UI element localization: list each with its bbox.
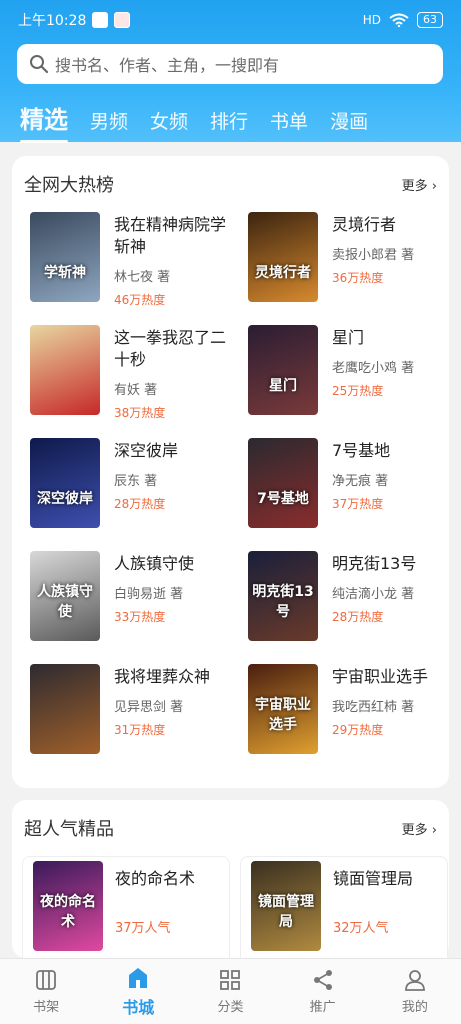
tab-female[interactable]: 女频 [150,107,188,134]
book-author: 白驹易逝 著 [114,587,184,602]
book-heat: 38万热度 [114,406,166,420]
book-author: 见异思剑 著 [114,700,184,715]
book-author: 辰东 著 [114,474,158,489]
section-title: 全网大热榜 [24,175,114,196]
book-cover: 星门 [248,325,318,415]
book-cover [30,664,100,754]
nav-bookshelf[interactable]: 书架 [16,968,76,1015]
nav-category[interactable]: 分类 [200,968,260,1015]
book-cover: 夜的命名术 [33,861,103,951]
bottom-nav: 书架 书城 分类 推广 我的 [0,958,461,1024]
book-item[interactable]: 灵境行者 灵境行者 卖报小郎君 著 36万热度 [248,212,461,325]
book-author: 净无痕 著 [332,474,389,489]
category-tabs: 精选 男频 女频 排行 书单 漫画 [20,100,390,143]
book-cover: 宇宙职业选手 [248,664,318,754]
status-time: 上午10:28 [18,13,87,29]
search-placeholder: 搜书名、作者、主角，一搜即有 [55,56,280,75]
app-notification-icon [114,12,131,28]
header: 上午10:28 HD 63 搜书名、作者、主角，一搜即有 精选 男频 女频 排行… [0,0,461,143]
book-title: 人族镇守使 [114,554,195,573]
book-author: 老鹰吃小鸡 著 [332,361,415,376]
app-notification-icon [92,12,109,28]
more-link[interactable]: 更多 › [402,819,437,838]
book-item[interactable]: 7号基地 7号基地 净无痕 著 37万热度 [248,438,461,551]
bookshelf-icon [35,968,57,992]
book-cover: 人族镇守使 [30,551,100,641]
tab-male[interactable]: 男频 [90,107,128,134]
search-input[interactable]: 搜书名、作者、主角，一搜即有 [17,44,443,84]
book-title: 夜的命名术 [115,869,196,888]
nav-profile[interactable]: 我的 [385,968,445,1015]
book-title: 宇宙职业选手 [332,667,429,686]
book-heat: 25万热度 [332,384,384,398]
book-item[interactable]: 我将埋葬众神见异思剑 著 31万热度 [30,664,248,777]
book-cover [30,325,100,415]
premium-book-row: 夜的命名术 夜的命名术 37万人气 镜面管理局 镜面管理局 32万人气 [12,856,449,966]
book-author: 我吃西红柿 著 [332,700,415,715]
premium-book-item[interactable]: 夜的命名术 夜的命名术 37万人气 [22,856,230,966]
book-heat: 37万热度 [332,497,384,511]
book-heat: 33万热度 [114,610,166,624]
status-bar: 上午10:28 HD 63 [0,0,461,40]
book-title: 这一拳我忍了二十秒 [114,328,227,369]
book-title: 灵境行者 [332,215,397,234]
category-icon [219,968,241,992]
book-heat: 46万热度 [114,293,166,307]
book-cover: 镜面管理局 [251,861,321,951]
book-title: 我将埋葬众神 [114,667,211,686]
tab-comics[interactable]: 漫画 [330,107,368,134]
hot-book-grid: 学斩神 我在精神病院学斩神 林七夜 著 46万热度 灵境行者 灵境行者 卖报小郎君 著 36万… [12,212,449,777]
book-item[interactable]: 人族镇守使 人族镇守使 白驹易逝 著 33万热度 [30,551,248,664]
bookstore-icon [126,966,150,990]
share-icon [312,968,334,992]
more-link[interactable]: 更多 › [402,175,437,194]
book-author: 有妖 著 [114,383,158,398]
book-item[interactable]: 学斩神 我在精神病院学斩神林七夜 著 46万热度 [30,212,248,325]
book-heat: 28万热度 [114,497,166,511]
book-title: 明克街13号 [332,554,417,573]
book-item[interactable]: 星门 星门 老鹰吃小鸡 著 25万热度 [248,325,461,438]
tab-booklist[interactable]: 书单 [270,107,308,134]
network-label: HD [362,13,381,27]
book-title: 我在精神病院学斩神 [114,215,227,256]
book-item[interactable]: 这一拳我忍了二十秒有妖 著 38万热度 [30,325,248,438]
search-icon [30,55,49,74]
book-heat: 29万热度 [332,723,384,737]
book-cover: 学斩神 [30,212,100,302]
profile-icon [404,968,426,992]
tab-ranking[interactable]: 排行 [210,107,248,134]
book-title: 星门 [332,328,365,347]
battery-icon: 63 [417,12,443,28]
book-popularity: 37万人气 [115,921,171,936]
hot-list-card: 全网大热榜 更多 › 学斩神 我在精神病院学斩神林七夜 著 46万热度 灵境行者 灵境行… [12,156,449,788]
section-title: 超人气精品 [24,819,114,840]
book-title: 镜面管理局 [333,869,414,888]
book-item[interactable]: 深空彼岸 深空彼岸 辰东 著 28万热度 [30,438,248,551]
book-item[interactable]: 明克街13号 明克街13号 纯洁滴小龙 著 28万热度 [248,551,461,664]
book-author: 林七夜 著 [114,270,171,285]
book-heat: 36万热度 [332,271,384,285]
book-cover: 灵境行者 [248,212,318,302]
book-heat: 31万热度 [114,723,166,737]
book-author: 纯洁滴小龙 著 [332,587,415,602]
book-heat: 28万热度 [332,610,384,624]
premium-book-item[interactable]: 镜面管理局 镜面管理局 32万人气 [240,856,448,966]
tab-featured[interactable]: 精选 [20,100,68,143]
wifi-icon [389,13,409,27]
book-popularity: 32万人气 [333,921,389,936]
book-author: 卖报小郎君 著 [332,248,415,263]
book-title: 7号基地 [332,441,391,460]
book-cover: 深空彼岸 [30,438,100,528]
book-title: 深空彼岸 [114,441,179,460]
book-cover: 明克街13号 [248,551,318,641]
book-cover: 7号基地 [248,438,318,528]
premium-card: 超人气精品 更多 › 夜的命名术 夜的命名术 37万人气 镜面管理局 镜面管理局 32万人… [12,800,449,966]
book-item[interactable]: 宇宙职业选手 宇宙职业选手 我吃西红柿 著 29万热度 [248,664,461,777]
nav-bookstore[interactable]: 书城 [108,966,168,1018]
nav-promote[interactable]: 推广 [293,968,353,1015]
